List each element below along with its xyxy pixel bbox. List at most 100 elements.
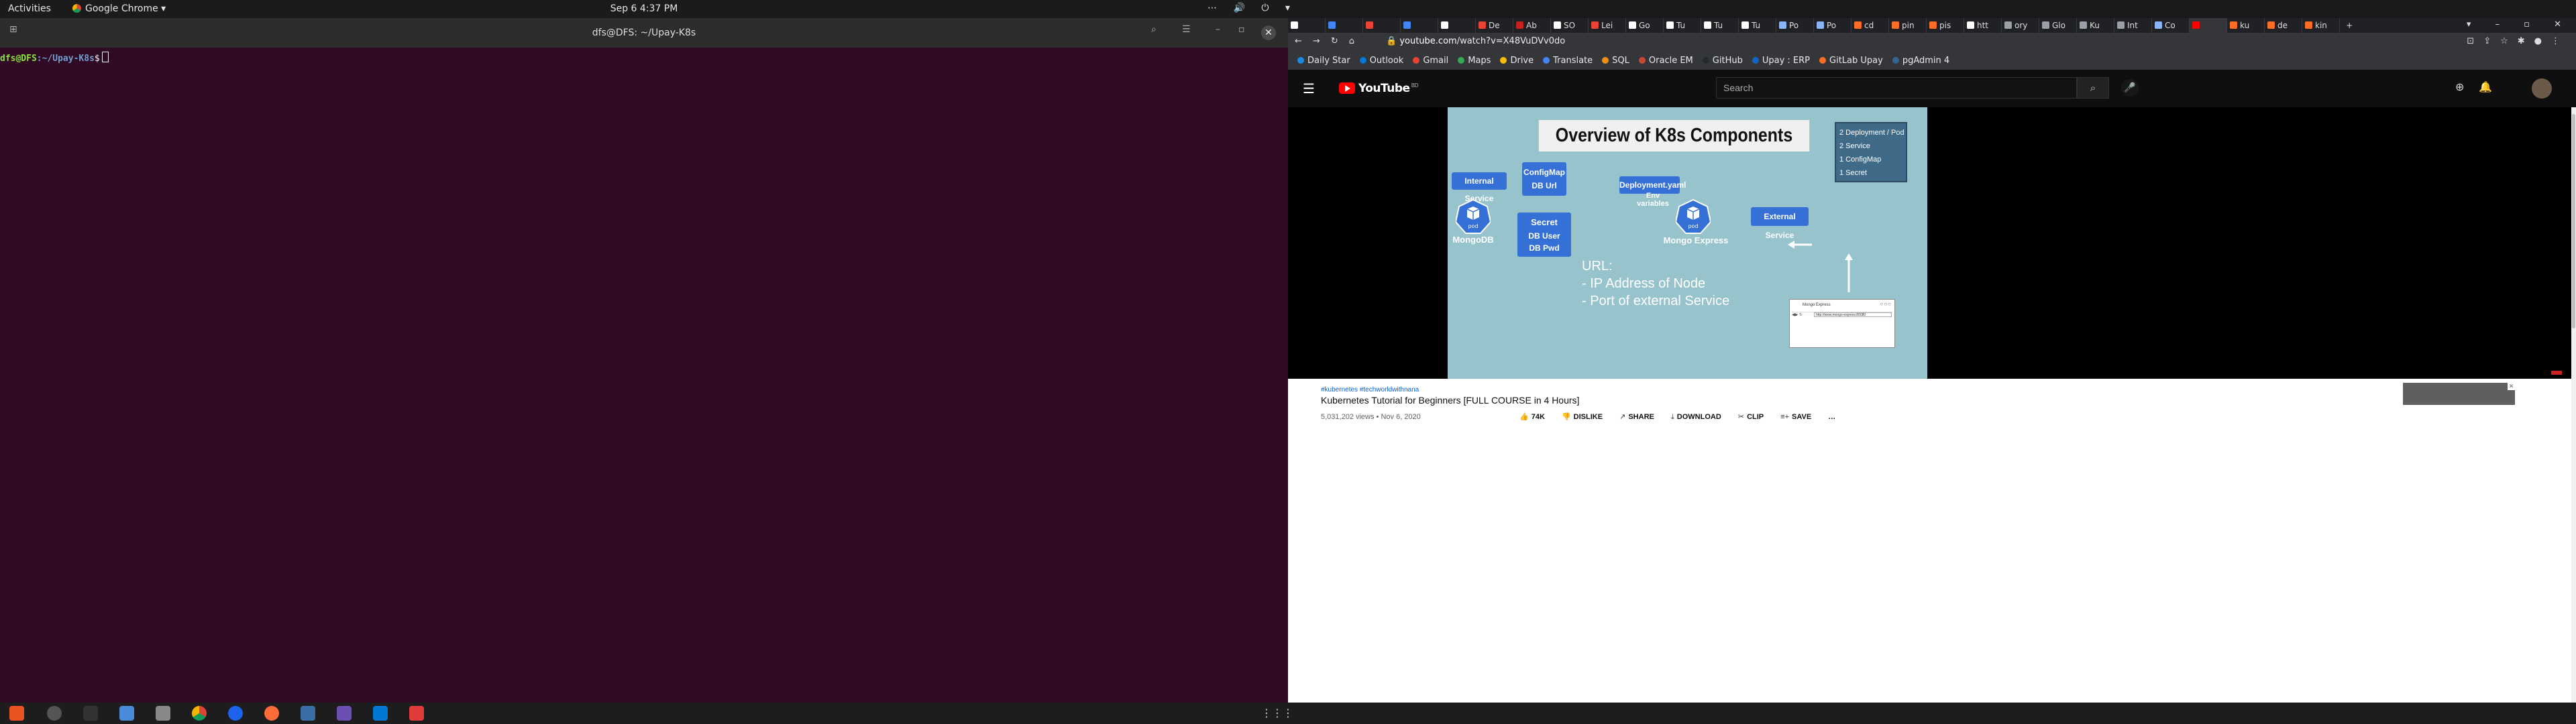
browser-tab[interactable] <box>1288 18 1326 33</box>
home-icon[interactable]: ⌂ <box>1349 36 1365 46</box>
video-player[interactable]: Overview of K8s Components 2 Deployment … <box>1288 107 2571 379</box>
browser-tab[interactable]: Tu <box>1739 18 1776 33</box>
bookmark-item[interactable]: GitLab Upay <box>1819 56 1883 66</box>
browser-tab[interactable]: ku <box>2227 18 2265 33</box>
browser-tab[interactable]: Co <box>2152 18 2190 33</box>
bookmark-item[interactable]: pgAdmin 4 <box>1892 56 1949 66</box>
bookmark-item[interactable]: Gmail <box>1413 56 1448 66</box>
chrome-window[interactable]: De Ab SO Lei Go Tu Tu Tu Po Po cd pin pis htt ory Glo Ku… <box>1288 18 2576 703</box>
browser-tab[interactable]: Ab <box>1513 18 1551 33</box>
reload-icon[interactable]: ↻ <box>1331 36 1349 46</box>
bookmark-item[interactable]: Outlook <box>1359 56 1403 66</box>
clock[interactable]: Sep 6 4:37 PM <box>0 3 1288 14</box>
browser-tab[interactable]: Tu <box>1664 18 1701 33</box>
new-tab-button[interactable]: + <box>2343 18 2359 33</box>
search-input[interactable]: Search <box>1716 77 2077 99</box>
vscode-icon[interactable] <box>373 706 388 721</box>
intellij-icon[interactable] <box>337 706 352 721</box>
notifications-icon[interactable]: 🔔 <box>2479 80 2507 93</box>
url-field[interactable]: 🔒 youtube.com/watch?v=X48VuDVv0do <box>1386 36 1565 46</box>
more-actions-button[interactable]: … <box>1828 413 1835 421</box>
browser-tab[interactable]: de <box>2265 18 2302 33</box>
browser-tab[interactable] <box>2190 18 2227 33</box>
postman-icon[interactable] <box>264 706 279 721</box>
bookmark-star-icon[interactable]: ☆ <box>2500 36 2518 46</box>
browser-tab[interactable]: pin <box>1889 18 1927 33</box>
browser-tab[interactable] <box>1401 18 1438 33</box>
profile-icon[interactable]: ● <box>2534 36 2551 46</box>
browser-tab[interactable]: Ku <box>2077 18 2114 33</box>
voice-search-icon[interactable]: 🎤 <box>2121 79 2139 97</box>
video-frame[interactable]: Overview of K8s Components 2 Deployment … <box>1448 107 1927 379</box>
close-ad-icon[interactable]: ✕ <box>2508 383 2515 390</box>
scrollbar-thumb[interactable] <box>2572 114 2575 328</box>
browser-tab[interactable]: Int <box>2114 18 2152 33</box>
create-video-icon[interactable]: ⊕ <box>2455 80 2479 93</box>
browser-tab[interactable]: Go <box>1626 18 1664 33</box>
share-icon[interactable]: ⇪ <box>2483 36 2500 46</box>
show-apps-icon[interactable]: ⋮⋮⋮ <box>1261 707 1293 719</box>
chrome-icon[interactable] <box>192 706 207 721</box>
header-actions[interactable]: ⊕🔔 <box>2455 80 2507 93</box>
terminal-window[interactable]: ⊞ dfs@DFS: ~/Upay-K8s ⌕ ☰ – ▫ ✕ dfs@DFS:… <box>0 18 1288 703</box>
bookmark-item[interactable]: SQL <box>1602 56 1629 66</box>
browser-tab[interactable]: Glo <box>2039 18 2077 33</box>
hamburger-menu-icon[interactable]: ☰ <box>1303 80 1315 97</box>
hamburger-menu-icon[interactable]: ☰ <box>1182 24 1191 35</box>
bookmark-item[interactable]: Drive <box>1500 56 1534 66</box>
video-hashtags[interactable]: #kubernetes #techworldwithnana <box>1321 386 1419 394</box>
dbeaver-icon[interactable] <box>301 706 315 721</box>
ubuntu-software-icon[interactable] <box>9 706 24 721</box>
files-icon[interactable] <box>156 706 170 721</box>
bookmark-item[interactable]: Maps <box>1458 56 1491 66</box>
browser-tab[interactable]: htt <box>1964 18 2002 33</box>
text-editor-icon[interactable] <box>119 706 134 721</box>
system-tray[interactable]: ⋯ 🔊 ⏻ ▾ <box>1208 3 1297 13</box>
browser-tab[interactable]: pis <box>1927 18 1964 33</box>
back-icon[interactable]: ← <box>1295 36 1313 46</box>
bookmark-item[interactable]: GitHub <box>1702 56 1743 66</box>
navigation-buttons[interactable]: ←→↻⌂ <box>1295 36 1365 46</box>
youtube-logo[interactable]: YouTube BD <box>1339 82 1419 95</box>
browser-tab[interactable]: Po <box>1814 18 1851 33</box>
extensions-icon[interactable]: ✱ <box>2518 36 2534 46</box>
browser-tab[interactable]: kin <box>2302 18 2340 33</box>
clip-button[interactable]: ✂ CLIP <box>1738 413 1764 421</box>
install-icon[interactable]: ⊡ <box>2467 36 2483 46</box>
browser-tab[interactable]: SO <box>1551 18 1589 33</box>
browser-tab[interactable] <box>1438 18 1476 33</box>
browser-tab[interactable]: Lei <box>1589 18 1626 33</box>
minimize-icon[interactable]: – <box>1216 24 1220 35</box>
terminal-icon[interactable] <box>83 706 98 721</box>
dislike-button[interactable]: 👎 DISLIKE <box>1562 413 1603 421</box>
share-button[interactable]: ↗ SHARE <box>1619 413 1654 421</box>
page-scrollbar[interactable] <box>2571 107 2576 703</box>
browser-tab[interactable]: ory <box>2002 18 2039 33</box>
browser-tab[interactable] <box>1326 18 1363 33</box>
ad-banner[interactable] <box>2403 383 2515 405</box>
youtube-page[interactable]: ☰ YouTube BD Search ⌕ 🎤 ⊕🔔 Overview of K8… <box>1288 70 2576 703</box>
avatar[interactable] <box>2532 78 2552 99</box>
window-controls[interactable]: ▾ – ▫ ✕ <box>2467 19 2572 29</box>
remote-desktop-icon[interactable] <box>409 706 424 721</box>
download-button[interactable]: ⤓ DOWNLOAD <box>1671 413 1721 421</box>
browser-tab[interactable]: Po <box>1776 18 1814 33</box>
settings-icon[interactable] <box>47 706 62 721</box>
maximize-icon[interactable]: ▫ <box>1238 24 1245 35</box>
search-button[interactable]: ⌕ <box>2077 77 2109 99</box>
kebab-menu-icon[interactable]: ⋮ <box>2551 36 2569 46</box>
close-icon[interactable]: ✕ <box>1261 25 1276 40</box>
toolbar-actions[interactable]: ⊡⇪☆✱●⋮ <box>2467 36 2569 46</box>
terminal-output[interactable]: dfs@DFS:~/Upay-K8s$ <box>0 48 1288 64</box>
bookmark-item[interactable]: Translate <box>1543 56 1593 66</box>
browser-tab[interactable]: De <box>1476 18 1513 33</box>
search-icon[interactable]: ⌕ <box>1151 24 1157 35</box>
browser-tab[interactable]: cd <box>1851 18 1889 33</box>
like-button[interactable]: 👍 74K <box>1519 413 1545 421</box>
browser-tab[interactable] <box>1363 18 1401 33</box>
bookmark-item[interactable]: Upay : ERP <box>1752 56 1810 66</box>
bookmark-item[interactable]: Oracle EM <box>1638 56 1693 66</box>
save-button[interactable]: ≡+ SAVE <box>1780 413 1811 421</box>
docker-icon[interactable] <box>228 706 243 721</box>
forward-icon[interactable]: → <box>1313 36 1331 46</box>
